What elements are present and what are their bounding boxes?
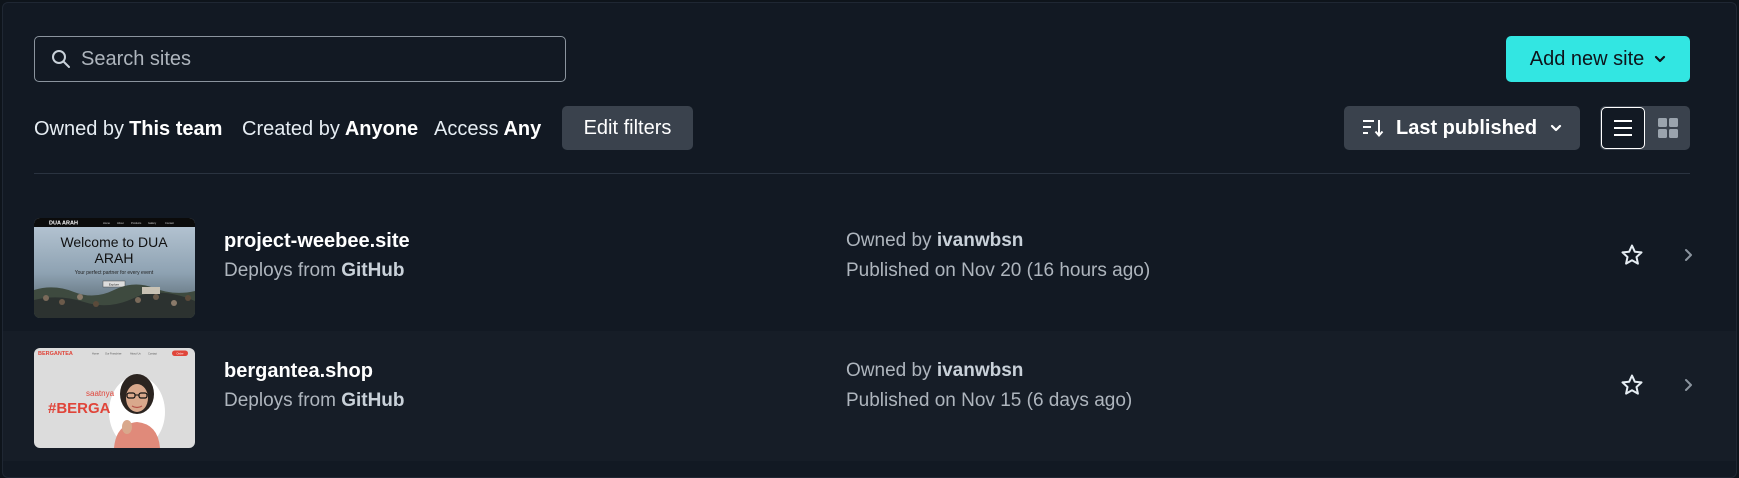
- filter-created-value: Anyone: [344, 117, 419, 140]
- thumb-nav-item: Home: [103, 221, 110, 225]
- grid-view-button[interactable]: [1646, 106, 1690, 150]
- view-toggle: [1600, 106, 1690, 150]
- chevron-right-icon[interactable]: [1680, 375, 1696, 395]
- thumb-nav-item: About: [117, 221, 124, 225]
- site-name[interactable]: bergantea.shop: [224, 360, 373, 383]
- filter-owned-prefix: Owned by: [34, 117, 125, 140]
- top-toolbar: Add new site: [34, 36, 1690, 83]
- search-box[interactable]: [34, 36, 566, 82]
- star-icon[interactable]: [1620, 243, 1644, 267]
- edit-filters-button[interactable]: Edit filters: [562, 106, 693, 150]
- thumb-cta: Explore: [109, 283, 120, 287]
- sites-panel: Add new site Owned by This team Created …: [2, 2, 1737, 478]
- owner-prefix: Owned by: [846, 360, 932, 381]
- site-owner-info: Owned by ivanwbsn: [846, 360, 1023, 382]
- owner-name: ivanwbsn: [936, 360, 1024, 381]
- site-deploy-info: Deploys from GitHub: [224, 390, 405, 412]
- site-thumbnail[interactable]: DUA ARAH Home About Products Gallery Con…: [34, 218, 195, 318]
- filter-access-prefix: Access: [434, 117, 499, 140]
- thumb-headline: ARAH: [95, 250, 134, 266]
- list-view-icon: [1614, 120, 1632, 136]
- site-published: Published on Nov 15 (6 days ago): [846, 390, 1133, 411]
- filter-access-value: Any: [503, 117, 542, 140]
- chevron-right-icon[interactable]: [1680, 245, 1696, 265]
- sort-dropdown[interactable]: Last published: [1344, 106, 1580, 150]
- site-name[interactable]: project-weebee.site: [224, 230, 410, 253]
- deploy-prefix: Deploys from: [224, 260, 336, 281]
- thumb-nav-item: Gallery: [148, 221, 157, 225]
- thumb-tagline: Your perfect partner for every event: [75, 270, 154, 276]
- owner-prefix: Owned by: [846, 230, 932, 251]
- thumb-nav-item: About Us: [130, 352, 141, 356]
- search-input[interactable]: [81, 47, 551, 71]
- site-published: Published on Nov 20 (16 hours ago): [846, 260, 1151, 281]
- site-row[interactable]: DUA ARAH Home About Products Gallery Con…: [3, 201, 1736, 331]
- sort-icon: [1363, 120, 1384, 138]
- site-owner-info: Owned by ivanwbsn: [846, 230, 1023, 252]
- thumb-headline: #BERGA: [48, 400, 111, 417]
- thumb-nav-item: Contact: [165, 221, 174, 225]
- grid-view-icon: [1658, 118, 1678, 138]
- filter-access[interactable]: Access Any: [434, 106, 541, 152]
- star-icon[interactable]: [1620, 373, 1644, 397]
- thumb-nav-item: Contact: [148, 352, 157, 356]
- thumb-brand: DUA ARAH: [49, 221, 78, 227]
- deploy-source: GitHub: [341, 260, 405, 281]
- thumb-nav-item: Home: [92, 352, 99, 356]
- search-icon: [52, 50, 70, 68]
- filter-owned-value: This team: [129, 117, 223, 140]
- thumb-cta: Order: [176, 351, 183, 355]
- add-new-site-button[interactable]: Add new site: [1506, 36, 1690, 82]
- site-thumbnail[interactable]: BERGANTEA Home Our Franchise About Us Co…: [34, 348, 195, 448]
- thumb-headline: Welcome to DUA: [60, 234, 168, 250]
- sort-label: Last published: [1396, 116, 1538, 139]
- add-new-site-label: Add new site: [1529, 47, 1645, 70]
- thumb-nav-item: Our Franchise: [105, 352, 122, 356]
- thumb-small-text: saatnya: [86, 389, 115, 398]
- thumb-nav-item: Products: [131, 221, 142, 225]
- filters-row: Owned by This team Created by Anyone Acc…: [34, 106, 1690, 152]
- site-deploy-info: Deploys from GitHub: [224, 260, 405, 282]
- site-row[interactable]: BERGANTEA Home Our Franchise About Us Co…: [3, 331, 1736, 461]
- filter-created-prefix: Created by: [242, 117, 340, 140]
- filter-created[interactable]: Created by Anyone: [242, 106, 418, 152]
- chevron-down-icon: [1550, 124, 1562, 132]
- divider: [34, 173, 1690, 174]
- deploy-source: GitHub: [341, 390, 405, 411]
- list-view-button[interactable]: [1601, 107, 1645, 149]
- filter-owned[interactable]: Owned by This team: [34, 106, 222, 152]
- thumb-brand: BERGANTEA: [38, 351, 73, 357]
- owner-name: ivanwbsn: [936, 230, 1024, 251]
- deploy-prefix: Deploys from: [224, 390, 336, 411]
- chevron-down-icon: [1655, 55, 1666, 63]
